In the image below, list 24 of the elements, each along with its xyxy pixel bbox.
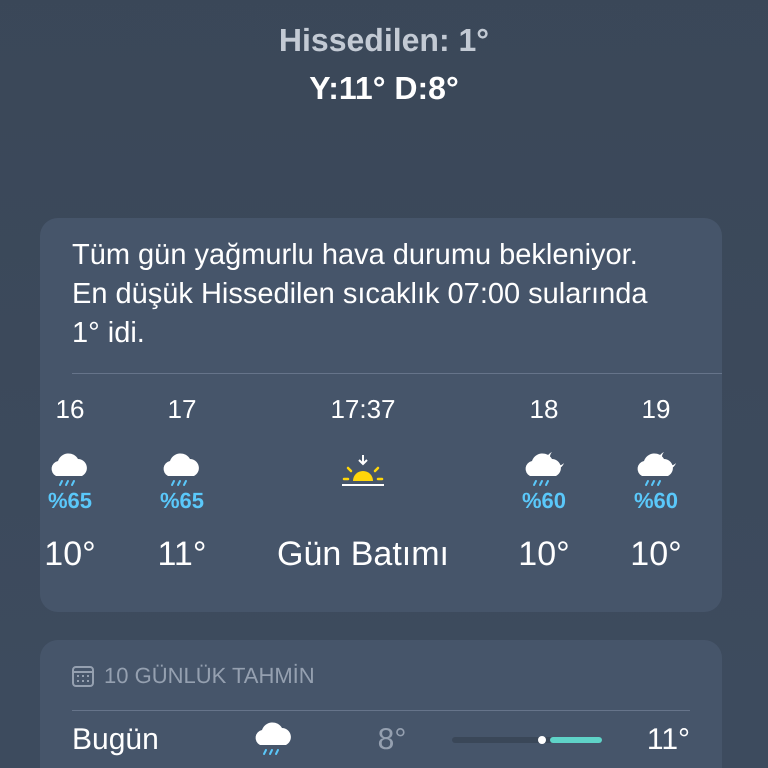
calendar-icon [72, 665, 94, 687]
hour-time: 17:37 [330, 394, 396, 424]
hour-time: 18 [530, 394, 558, 424]
hour-temperature: 10° [518, 534, 570, 574]
high-temperature: 11° [646, 723, 690, 757]
hour-time: 17 [168, 394, 196, 424]
current-temperature-dot [538, 736, 546, 744]
low-temperature: 8° [376, 723, 408, 757]
hour-temperature: 10° [630, 534, 682, 574]
precipitation-chance: %65 [48, 488, 92, 514]
hour-temperature: 11° [158, 534, 206, 574]
hour-time: 19 [642, 394, 670, 424]
high-low-temperature: Y:11° D:8° [309, 69, 459, 108]
day-name: Bugün [72, 723, 160, 757]
sunset-label: Gün Batımı [277, 534, 449, 574]
weather-summary: Tüm gün yağmurlu hava durumu bekleniyor. En düşük Hissedilen sıcaklık 07:00 sularında 1° idi. [72, 238, 648, 351]
hour-temperature: 10° [44, 534, 96, 574]
precipitation-chance: %60 [522, 488, 566, 514]
forecast-title: 10 GÜNLÜK TAHMİN [104, 663, 315, 689]
range-fill [550, 737, 602, 743]
feels-like-temperature: Hissedilen: 1° [278, 21, 490, 60]
hour-time: 16 [56, 394, 84, 424]
precipitation-chance: %60 [634, 488, 678, 514]
precipitation-chance: %65 [160, 488, 204, 514]
